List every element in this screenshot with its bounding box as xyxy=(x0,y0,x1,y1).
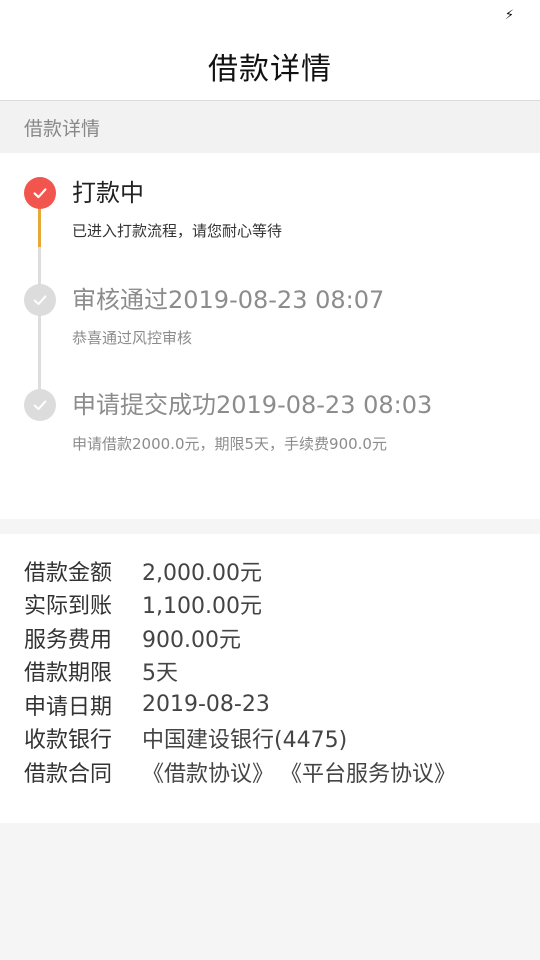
detail-value: 2019-08-23 xyxy=(142,692,270,718)
detail-label: 申请日期 xyxy=(24,694,113,720)
timeline-line-inactive xyxy=(38,247,41,390)
loan-agreement-link[interactable]: 《借款协议》 xyxy=(142,756,274,788)
status-bar: ⚡ xyxy=(0,0,540,32)
progress-timeline: 打款中 已进入打款流程，请您耐心等待 审核通过2019-08-23 08:07 … xyxy=(0,153,540,519)
step-desc: 恭喜通过风控审核 xyxy=(72,329,193,347)
step-desc: 申请借款2000.0元，期限5天，手续费900.0元 xyxy=(72,435,387,453)
section-label: 借款详情 xyxy=(0,101,540,153)
detail-label: 借款合同 xyxy=(24,761,113,787)
step-status-active-icon xyxy=(24,177,56,209)
detail-value: 900.00元 xyxy=(142,627,241,653)
header: 借款详情 xyxy=(0,32,540,101)
detail-label: 实际到账 xyxy=(24,594,113,620)
detail-label: 借款金额 xyxy=(24,560,113,586)
lightning-icon: ⚡ xyxy=(504,8,514,23)
detail-value: 1,100.00元 xyxy=(142,594,262,620)
detail-label: 收款银行 xyxy=(24,728,113,754)
contract-row: 借款合同 《借款协议》 《平台服务协议》 xyxy=(24,755,540,789)
detail-label: 借款期限 xyxy=(24,661,113,687)
detail-row: 借款期限 5天 xyxy=(24,655,540,689)
detail-value: 5天 xyxy=(142,661,178,687)
detail-value: 中国建设银行(4475) xyxy=(142,728,348,754)
step-title: 申请提交成功2019-08-23 08:03 xyxy=(72,391,433,419)
detail-row: 收款银行 中国建设银行(4475) xyxy=(24,722,540,756)
detail-value: 2,000.00元 xyxy=(142,560,262,586)
detail-row: 服务费用 900.00元 xyxy=(24,621,540,655)
step-status-done-icon xyxy=(24,284,56,316)
step-title: 打款中 xyxy=(72,179,144,207)
detail-label: 服务费用 xyxy=(24,627,113,653)
step-status-done-icon xyxy=(24,389,56,421)
loan-details: 借款金额 2,000.00元 实际到账 1,100.00元 服务费用 900.0… xyxy=(0,534,540,823)
detail-row: 实际到账 1,100.00元 xyxy=(24,588,540,622)
detail-row: 借款金额 2,000.00元 xyxy=(24,554,540,588)
detail-row: 申请日期 2019-08-23 xyxy=(24,688,540,722)
page-title: 借款详情 xyxy=(208,52,332,87)
platform-service-agreement-link[interactable]: 《平台服务协议》 xyxy=(280,756,456,788)
step-title: 审核通过2019-08-23 08:07 xyxy=(72,286,385,314)
step-desc: 已进入打款流程，请您耐心等待 xyxy=(72,222,283,240)
